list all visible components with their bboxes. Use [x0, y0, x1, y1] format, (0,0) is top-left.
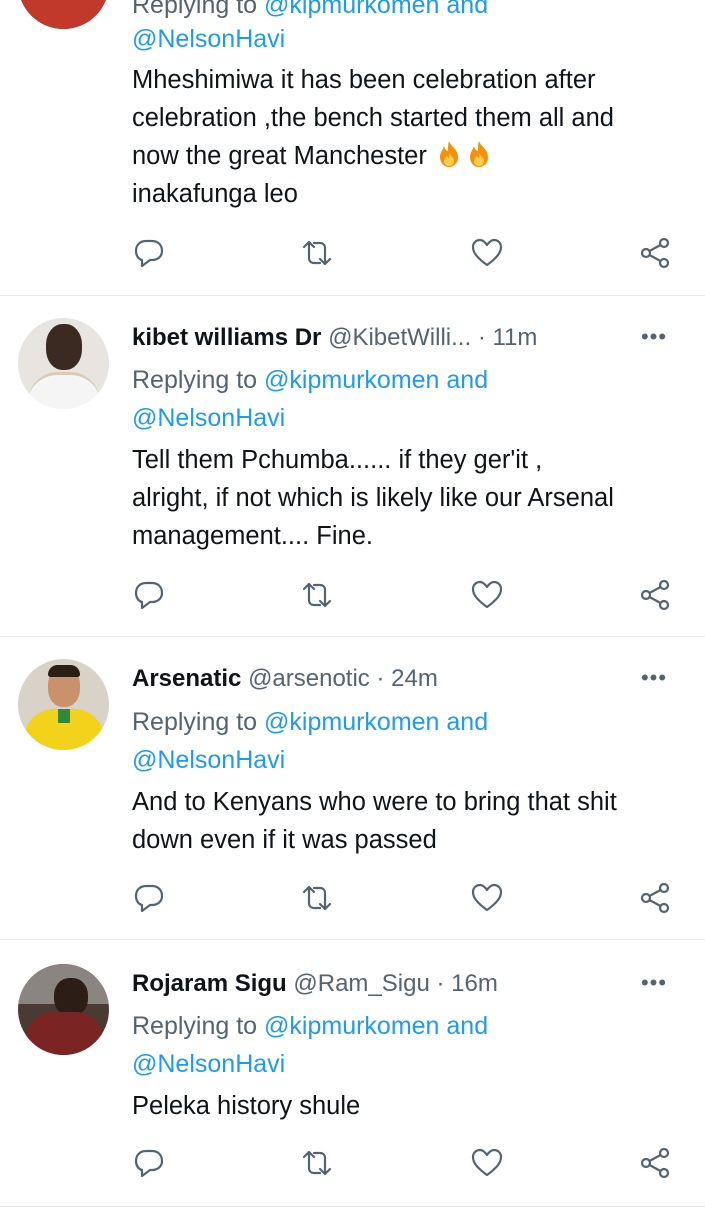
tweet[interactable]: Rojaram Sigu @Ram_Sigu · 16m ••• Replyin…: [0, 940, 705, 1207]
tweet-text: And to Kenyans who were to bring that sh…: [132, 788, 617, 854]
reply-icon: [134, 1149, 164, 1178]
mention-link[interactable]: @kipmurkomen and: [264, 1012, 488, 1040]
replying-to-second: @NelsonHavi: [132, 741, 665, 779]
mention-link[interactable]: @NelsonHavi: [132, 746, 285, 774]
tweet-actions: [0, 236, 705, 276]
mention-link[interactable]: @kipmurkomen and: [264, 708, 488, 736]
tweet[interactable]: kibet williams Dr @KibetWilli... · 11m •…: [0, 296, 705, 637]
retweet-button[interactable]: [300, 881, 340, 921]
user-handle[interactable]: @Ram_Sigu: [293, 970, 429, 997]
tweet-header: Arsenatic @arsenotic · 24m: [132, 661, 635, 697]
retweet-button[interactable]: [300, 1146, 340, 1186]
replying-to-second: @NelsonHavi: [132, 1045, 665, 1083]
share-icon: [640, 579, 670, 611]
heart-icon: [471, 883, 503, 912]
heart-icon: [471, 580, 503, 609]
retweet-icon: [302, 240, 332, 266]
heart-icon: [471, 238, 503, 267]
like-button[interactable]: [470, 881, 510, 921]
timestamp[interactable]: · 16m: [436, 970, 497, 997]
tweet-actions: [0, 881, 705, 921]
tweet-actions: [0, 578, 705, 618]
tweet[interactable]: Arsenatic @arsenotic · 24m ••• Replying …: [0, 637, 705, 940]
reply-button[interactable]: [132, 1146, 172, 1186]
share-icon: [640, 237, 670, 269]
more-options-icon[interactable]: •••: [639, 968, 669, 998]
replying-to: Replying to @kipmurkomen and: [132, 366, 489, 394]
reply-icon: [134, 581, 164, 610]
mention-link[interactable]: @NelsonHavi: [132, 25, 285, 53]
share-button[interactable]: [638, 1146, 678, 1186]
mention-link[interactable]: @kipmurkomen and: [264, 0, 488, 19]
like-button[interactable]: [470, 1146, 510, 1186]
tweet-header: Rojaram Sigu @Ram_Sigu · 16m: [132, 966, 635, 1002]
like-button[interactable]: [470, 578, 510, 618]
avatar[interactable]: [18, 0, 109, 29]
like-button[interactable]: [470, 236, 510, 276]
reply-button[interactable]: [132, 236, 172, 276]
retweet-icon: [302, 1150, 332, 1176]
reply-icon: [134, 884, 164, 913]
share-button[interactable]: [638, 881, 678, 921]
user-handle[interactable]: @arsenotic: [248, 665, 370, 692]
tweet-text: Mheshimiwa it has been celebration after…: [132, 66, 614, 208]
more-options-icon[interactable]: •••: [639, 322, 669, 352]
replying-to: Replying to @kipmurkomen and: [132, 1012, 489, 1040]
mention-link[interactable]: @NelsonHavi: [132, 404, 285, 432]
reply-button[interactable]: [132, 881, 172, 921]
share-icon: [640, 1147, 670, 1179]
reply-icon: [134, 239, 164, 268]
mention-link[interactable]: @NelsonHavi: [132, 1050, 285, 1078]
display-name[interactable]: Arsenatic: [132, 665, 241, 692]
fire-emoji-icon: [439, 141, 458, 167]
avatar[interactable]: [18, 964, 109, 1055]
tweet-text: Tell them Pchumba...... if they ger'it ,…: [132, 446, 614, 550]
mention-link[interactable]: @kipmurkomen and: [264, 366, 488, 394]
replying-to-second: @NelsonHavi: [132, 20, 665, 58]
tweet-text: Peleka history shule: [132, 1092, 361, 1120]
retweet-button[interactable]: [300, 578, 340, 618]
more-options-icon[interactable]: •••: [639, 663, 669, 693]
heart-icon: [471, 1148, 503, 1177]
tweet-actions: [0, 1146, 705, 1186]
retweet-button[interactable]: [300, 236, 340, 276]
share-button[interactable]: [638, 236, 678, 276]
reply-button[interactable]: [132, 578, 172, 618]
tweet[interactable]: Replying to @kipmurkomen and @NelsonHavi…: [0, 0, 705, 296]
tweet-header: kibet williams Dr @KibetWilli... · 11m: [132, 320, 635, 356]
fire-emoji-icon: [469, 141, 488, 167]
timestamp[interactable]: · 24m: [376, 665, 437, 692]
retweet-icon: [302, 582, 332, 608]
replying-to: Replying to @kipmurkomen and: [132, 708, 489, 736]
display-name[interactable]: kibet williams Dr: [132, 324, 321, 351]
timestamp[interactable]: · 11m: [478, 324, 538, 351]
share-button[interactable]: [638, 578, 678, 618]
replying-to-second: @NelsonHavi: [132, 399, 665, 437]
user-handle[interactable]: @KibetWilli...: [328, 324, 471, 351]
avatar[interactable]: [18, 318, 109, 409]
display-name[interactable]: Rojaram Sigu: [132, 970, 287, 997]
avatar[interactable]: [18, 659, 109, 750]
retweet-icon: [302, 885, 332, 911]
share-icon: [640, 882, 670, 914]
